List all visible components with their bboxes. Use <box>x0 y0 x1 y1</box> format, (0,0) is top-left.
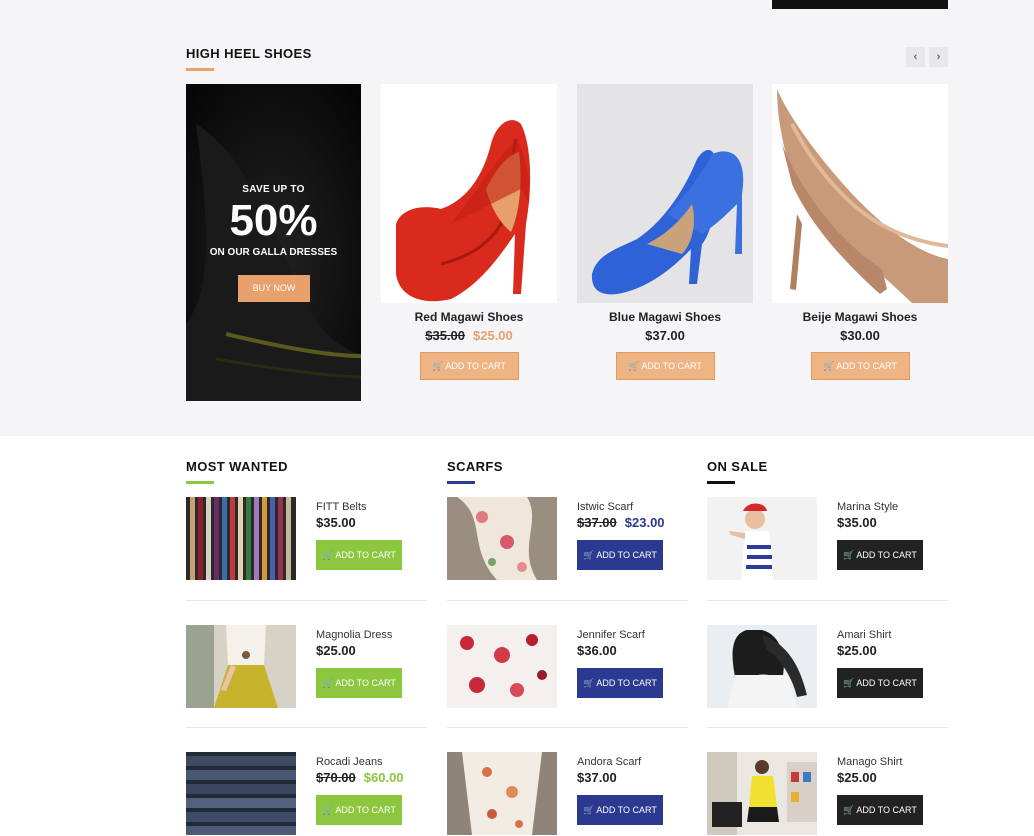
product-image-red-shoes[interactable] <box>381 84 557 303</box>
product-thumbnail-scarf[interactable] <box>447 752 557 835</box>
product-thumbnail-belts[interactable] <box>186 497 296 580</box>
section-title-on-sale: ON SALE <box>707 459 768 474</box>
product-name[interactable]: Istwic Scarf <box>577 501 633 513</box>
product-thumbnail-dress[interactable] <box>186 625 296 708</box>
promo-banner: SAVE UP TO 50% ON OUR GALLA DRESSES BUY … <box>186 84 361 401</box>
section-title-scarfs: SCARFS <box>447 459 503 474</box>
product-image-blue-shoes[interactable] <box>577 84 753 303</box>
sale-price: $25.00 <box>473 328 513 343</box>
buy-now-button[interactable]: BUY NOW <box>238 275 310 302</box>
divider <box>447 600 688 601</box>
carousel-prev-button[interactable]: ‹ <box>906 47 925 67</box>
add-to-cart-button[interactable]: 🛒 ADD TO CART <box>419 352 519 380</box>
featured-section: HIGH HEEL SHOES ‹ › SAVE UP TO 50% ON OU… <box>0 0 1034 436</box>
carousel-next-button[interactable]: › <box>929 47 948 67</box>
old-price: $70.00 <box>316 770 356 785</box>
cart-icon: 🛒 <box>843 550 855 560</box>
chevron-right-icon: › <box>936 51 941 63</box>
cart-icon: 🛒 <box>583 805 595 815</box>
section-title-underline <box>186 481 214 484</box>
promo-percent: 50% <box>229 196 318 245</box>
sale-price: $60.00 <box>363 770 404 785</box>
product-thumbnail-marina-style[interactable] <box>707 497 817 580</box>
product-price: $35.00 $25.00 <box>381 328 557 343</box>
promo-subtitle: ON OUR GALLA DRESSES <box>209 247 338 258</box>
cart-icon: 🛒 <box>432 361 444 371</box>
product-price: $25.00 <box>837 643 877 658</box>
add-to-cart-button[interactable]: 🛒 ADD TO CART <box>810 352 910 380</box>
sale-price: $23.00 <box>624 515 665 530</box>
divider <box>707 727 948 728</box>
section-title-underline <box>447 481 475 484</box>
product-name[interactable]: Amari Shirt <box>837 629 891 641</box>
add-to-cart-button[interactable]: 🛒 ADD TO CART <box>837 795 923 825</box>
section-title-underline <box>186 68 214 71</box>
product-price: $30.00 <box>772 328 948 343</box>
divider <box>707 600 948 601</box>
product-name[interactable]: FITT Belts <box>316 501 367 513</box>
product-name[interactable]: Marina Style <box>837 501 898 513</box>
cart-icon: 🛒 <box>322 550 334 560</box>
product-name[interactable]: Magnolia Dress <box>316 629 392 641</box>
cart-icon: 🛒 <box>583 550 595 560</box>
product-name[interactable]: Rocadi Jeans <box>316 756 383 768</box>
product-card: Blue Magawi Shoes $37.00 🛒 ADD TO CART <box>577 84 753 380</box>
product-image-beige-shoes[interactable] <box>772 84 948 303</box>
add-to-cart-button[interactable]: 🛒 ADD TO CART <box>316 795 402 825</box>
chevron-left-icon: ‹ <box>913 51 918 63</box>
cart-icon: 🛒 <box>628 361 640 371</box>
section-title-underline <box>707 481 735 484</box>
product-name[interactable]: Blue Magawi Shoes <box>577 310 753 324</box>
price: $30.00 <box>840 328 880 343</box>
add-to-cart-button[interactable]: 🛒 ADD TO CART <box>577 540 663 570</box>
product-thumbnail-amari-shirt[interactable] <box>707 625 817 708</box>
add-to-cart-button[interactable]: 🛒 ADD TO CART <box>837 540 923 570</box>
product-price: $36.00 <box>577 643 617 658</box>
divider <box>447 727 688 728</box>
add-to-cart-button[interactable]: 🛒 ADD TO CART <box>837 668 923 698</box>
cart-icon: 🛒 <box>843 805 855 815</box>
product-thumbnail-scarf[interactable] <box>447 497 557 580</box>
cart-icon: 🛒 <box>322 805 334 815</box>
product-card: Beije Magawi Shoes $30.00 🛒 ADD TO CART <box>772 84 948 380</box>
product-price: $35.00 <box>837 515 877 530</box>
product-price: $70.00 $60.00 <box>316 770 404 785</box>
add-to-cart-button[interactable]: 🛒 ADD TO CART <box>316 540 402 570</box>
divider <box>186 727 427 728</box>
product-name[interactable]: Red Magawi Shoes <box>381 310 557 324</box>
cart-icon: 🛒 <box>583 678 595 688</box>
product-price: $37.00 <box>577 328 753 343</box>
promo-save-text: SAVE UP TO <box>242 184 305 195</box>
product-price: $25.00 <box>837 770 877 785</box>
divider <box>186 600 427 601</box>
cart-icon: 🛒 <box>843 678 855 688</box>
product-name[interactable]: Jennifer Scarf <box>577 629 645 641</box>
product-thumbnail-scarf[interactable] <box>447 625 557 708</box>
cart-icon: 🛒 <box>322 678 334 688</box>
previous-banner-edge <box>772 0 948 9</box>
product-thumbnail-jeans[interactable] <box>186 752 296 835</box>
product-name[interactable]: Andora Scarf <box>577 756 641 768</box>
old-price: $35.00 <box>425 328 465 343</box>
section-title-high-heel-shoes: HIGH HEEL SHOES <box>186 46 312 61</box>
product-price: $35.00 <box>316 515 356 530</box>
product-name[interactable]: Beije Magawi Shoes <box>772 310 948 324</box>
product-card: Red Magawi Shoes $35.00 $25.00 🛒 ADD TO CA… <box>381 84 557 380</box>
section-title-most-wanted: MOST WANTED <box>186 459 288 474</box>
add-to-cart-button[interactable]: 🛒 ADD TO CART <box>316 668 402 698</box>
add-to-cart-button[interactable]: 🛒 ADD TO CART <box>577 795 663 825</box>
product-thumbnail-manago-shirt[interactable] <box>707 752 817 835</box>
product-name[interactable]: Manago Shirt <box>837 756 902 768</box>
product-price: $37.00 $23.00 <box>577 515 665 530</box>
product-price: $25.00 <box>316 643 356 658</box>
product-price: $37.00 <box>577 770 617 785</box>
add-to-cart-button[interactable]: 🛒 ADD TO CART <box>577 668 663 698</box>
price: $37.00 <box>645 328 685 343</box>
cart-icon: 🛒 <box>823 361 835 371</box>
add-to-cart-button[interactable]: 🛒 ADD TO CART <box>615 352 715 380</box>
old-price: $37.00 <box>577 515 617 530</box>
